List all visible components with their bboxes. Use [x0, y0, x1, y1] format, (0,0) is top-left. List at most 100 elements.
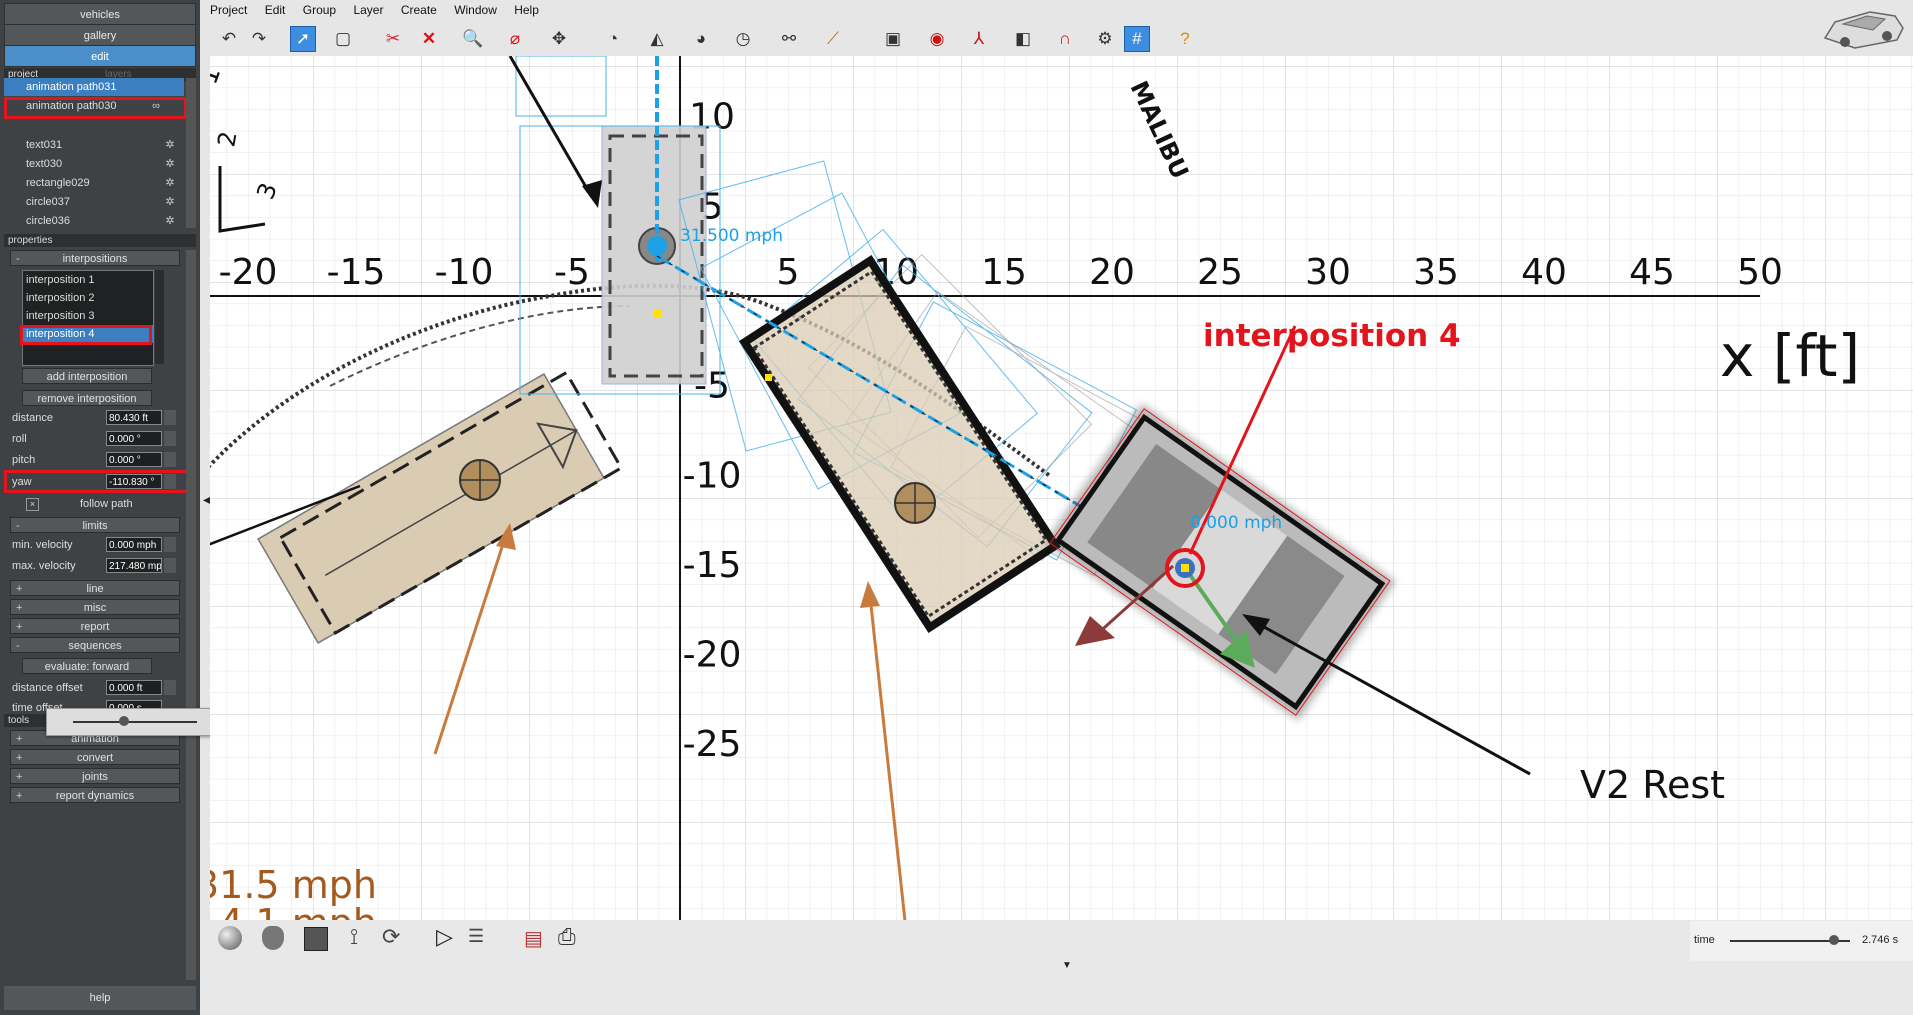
list-item[interactable]: interposition 3	[23, 307, 153, 325]
tree-item[interactable]: circle037 ✲	[4, 193, 184, 211]
yaw-spinner[interactable]	[164, 474, 176, 489]
slider-thumb[interactable]	[119, 716, 129, 726]
report-bar[interactable]: + report	[10, 618, 180, 634]
print-icon[interactable]: ⎙	[558, 924, 576, 950]
max-velocity-spinner[interactable]	[164, 558, 176, 573]
list-scrollbar[interactable]	[155, 270, 164, 364]
delete-icon[interactable]: ✕	[416, 26, 442, 52]
expand-icon[interactable]: ▼	[1062, 960, 1072, 971]
tree-item[interactable]: animation path030 ∞	[4, 97, 184, 115]
rectangle-select-icon[interactable]: ▢	[330, 26, 356, 52]
project-scrollbar[interactable]	[186, 78, 196, 228]
menu-layer[interactable]: Layer	[353, 0, 383, 20]
min-velocity-spinner[interactable]	[164, 537, 176, 552]
distance-offset-spinner[interactable]	[164, 680, 176, 695]
nav-edit-button[interactable]: edit	[4, 45, 196, 67]
roll-field[interactable]: 0.000 °	[106, 431, 162, 446]
sphere-icon[interactable]	[218, 926, 242, 950]
list-item[interactable]: interposition 2	[23, 289, 153, 307]
camera-target-icon[interactable]: ▣	[880, 26, 906, 52]
protractor-icon[interactable]: ◭	[644, 26, 670, 52]
nav-vehicles-button[interactable]: vehicles	[4, 3, 196, 25]
menu-create[interactable]: Create	[401, 0, 437, 20]
evaluate-button[interactable]: evaluate: forward	[22, 658, 152, 674]
tree-item-label: circle037	[26, 196, 71, 208]
grid-icon[interactable]: #	[1124, 26, 1150, 52]
follow-path-checkbox[interactable]: ×	[26, 498, 39, 511]
zoom-icon[interactable]: 🔍	[460, 26, 486, 52]
tools-report-dynamics-bar[interactable]: + report dynamics	[10, 787, 180, 803]
tape-icon[interactable]: ⟋	[820, 26, 846, 52]
menu-help[interactable]: Help	[514, 0, 539, 20]
path-edit-icon[interactable]: ⟟	[350, 924, 358, 950]
magnet-icon[interactable]: ∩	[1052, 26, 1078, 52]
clock-icon[interactable]: ◷	[730, 26, 756, 52]
redo-icon[interactable]: ↷	[246, 26, 272, 52]
color-swatch-icon[interactable]	[304, 927, 328, 951]
pitch-field[interactable]: 0.000 °	[106, 452, 162, 467]
properties-scrollbar[interactable]	[186, 250, 196, 980]
tree-item[interactable]: rectangle029 ✲	[4, 174, 184, 192]
play-icon[interactable]: ▷	[436, 924, 453, 950]
film-icon[interactable]: ⚯	[776, 26, 802, 52]
tools-joints-bar[interactable]: + joints	[10, 768, 180, 784]
menu-project[interactable]: Project	[210, 0, 247, 20]
help-button[interactable]: help	[4, 986, 196, 1010]
interpositions-bar[interactable]: - interpositions	[10, 250, 180, 266]
drawing-canvas[interactable]: -20 -15 -10 -5 5 10 15 20 25 30 35 40 45 50 10 5 -5 -10-…	[210, 56, 1913, 921]
pin-icon[interactable]: ⌀	[502, 26, 528, 52]
list-item[interactable]: interposition 4	[23, 325, 153, 343]
cut-icon[interactable]: ✂	[380, 26, 406, 52]
menu-edit[interactable]: Edit	[265, 0, 286, 20]
tree-item[interactable]: text031 ✲	[4, 136, 184, 154]
scene-svg[interactable]: -20 -15 -10 -5 5 10 15 20 25 30 35 40 45 50 105-5-10-…	[210, 56, 1913, 921]
pitch-spinner[interactable]	[164, 452, 176, 467]
mirror-icon[interactable]: ◧	[1010, 26, 1036, 52]
list-item[interactable]: interposition 1	[23, 271, 153, 289]
menu-group[interactable]: Group	[303, 0, 336, 20]
distance-field[interactable]: 80.430 ft	[106, 410, 162, 425]
gauge-icon[interactable]: ◕	[688, 26, 714, 52]
help-question-icon[interactable]: ?	[1172, 26, 1198, 52]
target-icon[interactable]: ◉	[924, 26, 950, 52]
report-icon[interactable]: ▤	[524, 926, 543, 951]
add-interposition-button[interactable]: add interposition	[22, 368, 152, 384]
misc-bar[interactable]: + misc	[10, 599, 180, 615]
gear-icon[interactable]: ✲	[164, 196, 176, 208]
gear-icon[interactable]: ✲	[164, 177, 176, 189]
distance-row: distance 80.430 ft	[4, 409, 184, 427]
sequences-bar[interactable]: - sequences	[10, 637, 180, 653]
settings-gear-icon[interactable]: ⚙	[1092, 26, 1118, 52]
line-bar[interactable]: + line	[10, 580, 180, 596]
remove-interposition-button[interactable]: remove interposition	[22, 390, 152, 406]
interpositions-list[interactable]: interposition 1 interposition 2 interpos…	[22, 270, 154, 366]
tree-item[interactable]: text030 ✲	[4, 155, 184, 173]
gear-icon[interactable]: ✲	[164, 139, 176, 151]
properties-header: properties	[4, 234, 196, 247]
gear-icon[interactable]: ✲	[164, 215, 176, 227]
nav-gallery-button[interactable]: gallery	[4, 24, 196, 46]
menu-window[interactable]: Window	[454, 0, 497, 20]
measure-dial-icon[interactable]: ◔	[600, 26, 626, 52]
distance-offset-field[interactable]: 0.000 ft	[106, 680, 162, 695]
max-velocity-field[interactable]: 217.480 mph	[106, 558, 162, 573]
time-offset-slider-popup[interactable]	[46, 708, 234, 736]
rotate-icon[interactable]: ⟳	[382, 924, 400, 950]
play-options-icon[interactable]: ☰	[468, 926, 484, 947]
shield-icon[interactable]	[262, 926, 284, 950]
gear-icon[interactable]: ✲	[164, 158, 176, 170]
x-tick-label: 15	[981, 252, 1027, 293]
axes-icon[interactable]: ⅄	[966, 26, 992, 52]
tree-item[interactable]: animation path031	[4, 78, 184, 96]
pan-icon[interactable]: ✥	[546, 26, 572, 52]
select-pointer-icon[interactable]: ➚	[290, 26, 316, 52]
tools-convert-bar[interactable]: + convert	[10, 749, 180, 765]
roll-spinner[interactable]	[164, 431, 176, 446]
distance-spinner[interactable]	[164, 410, 176, 425]
min-velocity-field[interactable]: 0.000 mph	[106, 537, 162, 552]
tree-item[interactable]: circle036 ✲	[4, 212, 184, 230]
limits-bar[interactable]: - limits	[10, 517, 180, 533]
yaw-field[interactable]: -110.830 °	[106, 474, 162, 489]
undo-icon[interactable]: ↶	[216, 26, 242, 52]
time-slider-thumb[interactable]	[1829, 935, 1840, 945]
